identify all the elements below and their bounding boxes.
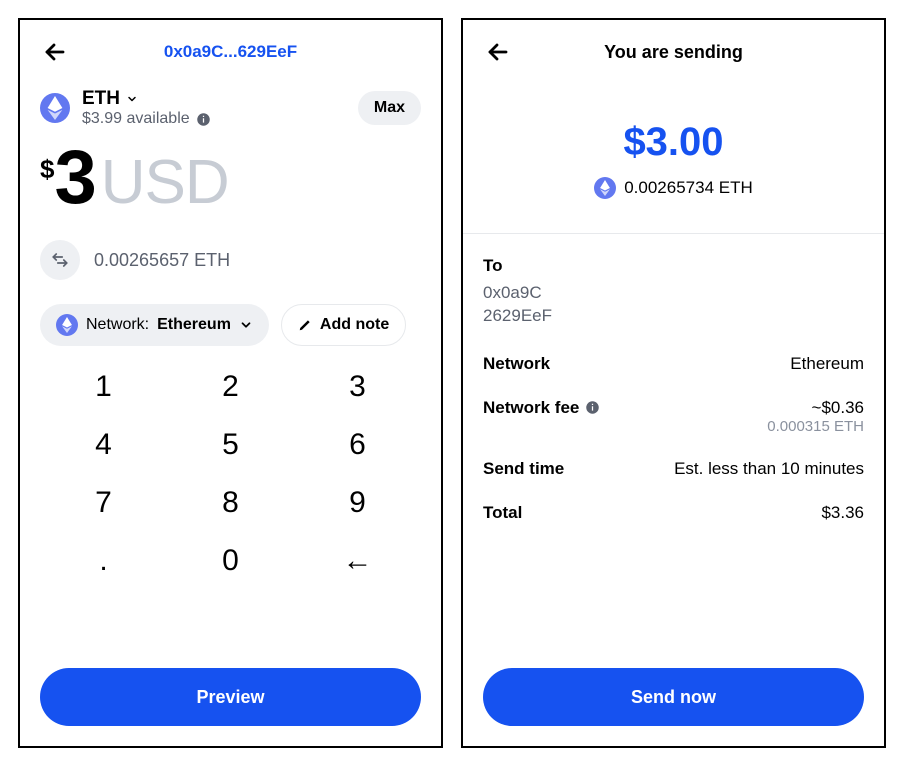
send-now-button[interactable]: Send now	[483, 668, 864, 726]
page-title: You are sending	[483, 42, 864, 63]
amount-summary: $3.00 0.00265734 ETH	[483, 120, 864, 199]
pencil-icon	[298, 318, 312, 332]
key-1[interactable]: 1	[40, 370, 167, 404]
amount-usd: $3.00	[483, 120, 864, 165]
network-value: Ethereum	[790, 354, 864, 374]
eth-logo-icon	[56, 314, 78, 336]
key-2[interactable]: 2	[167, 370, 294, 404]
numeric-keypad: 1 2 3 4 5 6 7 8 9 . 0 ←	[40, 370, 421, 578]
network-row: Network Ethereum	[483, 354, 864, 374]
fee-eth: 0.000315 ETH	[767, 418, 864, 435]
network-label: Network	[483, 354, 550, 374]
key-0[interactable]: 0	[167, 544, 294, 578]
currency-code: USD	[101, 147, 229, 218]
key-dot[interactable]: .	[40, 544, 167, 578]
conversion-row: 0.00265657 ETH	[40, 240, 421, 280]
converted-amount: 0.00265657 ETH	[94, 250, 230, 271]
eth-logo-icon	[40, 93, 70, 123]
send-confirm-screen: You are sending $3.00 0.00265734 ETH To …	[461, 18, 886, 748]
add-note-label: Add note	[320, 316, 389, 334]
header: You are sending	[483, 34, 864, 70]
sendtime-row: Send time Est. less than 10 minutes	[483, 459, 864, 479]
amount-value: 3	[54, 146, 94, 211]
asset-symbol: ETH	[82, 88, 120, 110]
send-amount-screen: 0x0a9C...629EeF ETH $3.99 available Max …	[18, 18, 443, 748]
eth-logo-icon	[594, 177, 616, 199]
total-row: Total $3.36	[483, 503, 864, 523]
chevron-down-icon	[239, 318, 253, 332]
key-4[interactable]: 4	[40, 428, 167, 462]
key-backspace[interactable]: ←	[294, 544, 421, 578]
asset-info[interactable]: ETH $3.99 available	[82, 88, 211, 128]
preview-button[interactable]: Preview	[40, 668, 421, 726]
chevron-down-icon	[126, 93, 138, 105]
amount-eth: 0.00265734 ETH	[624, 178, 753, 198]
network-chip[interactable]: Network: Ethereum	[40, 304, 269, 346]
sendtime-label: Send time	[483, 459, 564, 479]
key-6[interactable]: 6	[294, 428, 421, 462]
key-5[interactable]: 5	[167, 428, 294, 462]
add-note-chip[interactable]: Add note	[281, 304, 406, 346]
info-icon[interactable]	[196, 112, 211, 127]
fee-label: Network fee	[483, 398, 579, 418]
recipient-address-link[interactable]: 0x0a9C...629EeF	[40, 42, 421, 62]
asset-selector-row: ETH $3.99 available Max	[40, 88, 421, 128]
swap-icon	[51, 251, 69, 269]
key-9[interactable]: 9	[294, 486, 421, 520]
total-label: Total	[483, 503, 522, 523]
available-balance: $3.99 available	[82, 110, 190, 128]
to-label: To	[483, 256, 864, 276]
to-section: To 0x0a9C 2629EeF	[483, 256, 864, 328]
arrow-left-icon	[486, 40, 510, 64]
max-button[interactable]: Max	[358, 91, 421, 125]
key-3[interactable]: 3	[294, 370, 421, 404]
currency-symbol: $	[40, 154, 54, 185]
fee-row: Network fee ~$0.36 0.000315 ETH	[483, 398, 864, 435]
sendtime-value: Est. less than 10 minutes	[674, 459, 864, 479]
back-button[interactable]	[483, 37, 513, 67]
key-7[interactable]: 7	[40, 486, 167, 520]
key-8[interactable]: 8	[167, 486, 294, 520]
info-icon[interactable]	[585, 400, 600, 415]
back-button[interactable]	[40, 37, 70, 67]
to-address: 0x0a9C 2629EeF	[483, 282, 864, 328]
amount-display: $ 3 USD	[40, 146, 421, 218]
total-value: $3.36	[821, 503, 864, 523]
network-chip-value: Ethereum	[157, 316, 231, 334]
arrow-left-icon	[43, 40, 67, 64]
divider	[463, 233, 884, 234]
swap-currency-button[interactable]	[40, 240, 80, 280]
fee-usd: ~$0.36	[767, 398, 864, 418]
network-chip-label: Network:	[86, 316, 149, 334]
header: 0x0a9C...629EeF	[40, 34, 421, 70]
